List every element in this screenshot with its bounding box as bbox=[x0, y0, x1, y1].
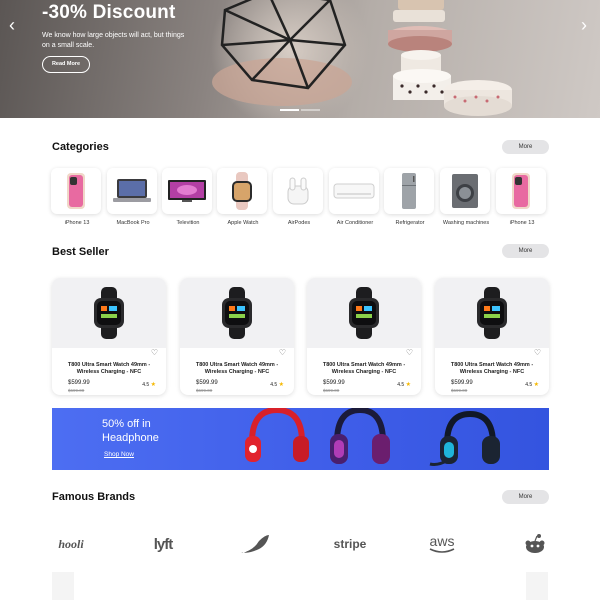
product-price: $599.99 bbox=[196, 380, 218, 386]
rating-value: 4.5 bbox=[525, 382, 533, 388]
next-section-card bbox=[52, 572, 74, 600]
brand-leaf-logo[interactable] bbox=[238, 532, 272, 556]
category-label: Refrigerator bbox=[395, 220, 425, 226]
category-label: Air Conditioner bbox=[336, 220, 374, 226]
star-icon: ★ bbox=[405, 382, 411, 388]
carousel-prev-icon[interactable]: ‹ bbox=[9, 16, 15, 34]
hero-subtitle: We know how large objects will act, but … bbox=[42, 32, 185, 49]
rating-value: 4.5 bbox=[270, 382, 278, 388]
hero-banner: -30% Discount We know how large objects … bbox=[0, 0, 600, 118]
category-label: iPhone 13 bbox=[64, 220, 90, 226]
carousel-dots bbox=[280, 109, 320, 111]
category-label: Washing machines bbox=[442, 220, 490, 226]
smartwatch-image bbox=[349, 287, 379, 339]
category-label: iPhone 13 bbox=[509, 220, 535, 226]
brand-reddit-logo[interactable] bbox=[521, 532, 549, 556]
product-card[interactable]: ♡ T800 Ultra Smart Watch 49mm - Wireless… bbox=[52, 278, 166, 395]
next-section-card bbox=[526, 572, 548, 600]
smartwatch-image bbox=[222, 287, 252, 339]
product-old-price: $699.00 bbox=[68, 388, 85, 393]
category-label: Apple Watch bbox=[227, 220, 259, 226]
rating-value: 4.5 bbox=[142, 382, 150, 388]
brand-aws-logo[interactable]: aws bbox=[424, 532, 460, 556]
product-old-price: $699.00 bbox=[196, 388, 213, 393]
leaf-logo-icon bbox=[241, 535, 269, 554]
watch-icon bbox=[232, 172, 252, 210]
brand-stripe-logo[interactable]: stripe bbox=[330, 532, 370, 556]
product-rating: 4.5 ★ bbox=[270, 381, 284, 388]
carousel-next-icon[interactable]: › bbox=[581, 16, 587, 34]
airpods-icon bbox=[287, 177, 309, 205]
category-item[interactable]: Washing machines bbox=[440, 168, 492, 226]
product-old-price: $699.00 bbox=[323, 388, 340, 393]
star-icon: ★ bbox=[150, 382, 156, 388]
best-seller-more-button[interactable]: More bbox=[502, 244, 549, 258]
best-seller-title: Best Seller bbox=[52, 246, 109, 258]
rating-value: 4.5 bbox=[397, 382, 405, 388]
product-rating: 4.5 ★ bbox=[397, 381, 411, 388]
category-item[interactable]: Air Conditioner bbox=[329, 168, 381, 226]
air-conditioner-icon bbox=[333, 183, 375, 199]
product-old-price: $699.00 bbox=[451, 388, 468, 393]
tv-icon bbox=[168, 180, 206, 202]
fridge-icon bbox=[402, 173, 416, 209]
category-item[interactable]: AirPodes bbox=[273, 168, 325, 226]
product-price: $599.99 bbox=[68, 380, 90, 386]
carousel-dot-active[interactable] bbox=[280, 109, 299, 111]
category-item[interactable]: iPhone 13 bbox=[496, 168, 548, 226]
wishlist-heart-icon[interactable]: ♡ bbox=[151, 348, 158, 357]
product-price: $599.99 bbox=[323, 380, 345, 386]
laptop-icon bbox=[113, 179, 151, 202]
product-name: T800 Ultra Smart Watch 49mm - Wireless C… bbox=[67, 362, 151, 375]
famous-brands-title: Famous Brands bbox=[52, 491, 136, 503]
product-card[interactable]: ♡ T800 Ultra Smart Watch 49mm - Wireless… bbox=[435, 278, 549, 395]
smartwatch-image bbox=[477, 287, 507, 339]
headphone-promo-banner[interactable]: 50% off in Headphone Shop Now bbox=[52, 408, 549, 470]
category-label: Televition bbox=[176, 220, 200, 226]
product-card[interactable]: ♡ T800 Ultra Smart Watch 49mm - Wireless… bbox=[307, 278, 421, 395]
category-label: AirPodes bbox=[287, 220, 311, 226]
star-icon: ★ bbox=[533, 382, 539, 388]
wishlist-heart-icon[interactable]: ♡ bbox=[279, 348, 286, 357]
category-item[interactable]: MacBook Pro bbox=[107, 168, 159, 226]
phone-icon bbox=[512, 173, 530, 209]
categories-more-button[interactable]: More bbox=[502, 140, 549, 154]
reddit-alien-icon bbox=[525, 534, 545, 553]
product-rating: 4.5 ★ bbox=[142, 381, 156, 388]
aws-smile-icon bbox=[429, 548, 455, 553]
brands-more-button[interactable]: More bbox=[502, 490, 549, 504]
category-item[interactable]: Apple Watch bbox=[217, 168, 269, 226]
category-label: MacBook Pro bbox=[116, 220, 150, 226]
phone-icon bbox=[67, 173, 85, 209]
star-icon: ★ bbox=[278, 382, 284, 388]
product-name: T800 Ultra Smart Watch 49mm - Wireless C… bbox=[195, 362, 279, 375]
carousel-dot[interactable] bbox=[301, 109, 320, 111]
category-item[interactable]: Refrigerator bbox=[384, 168, 436, 226]
category-item[interactable]: iPhone 13 bbox=[51, 168, 103, 226]
categories-title: Categories bbox=[52, 141, 109, 153]
product-price: $599.99 bbox=[451, 380, 473, 386]
wishlist-heart-icon[interactable]: ♡ bbox=[534, 348, 541, 357]
brand-hooli-logo[interactable]: hooli bbox=[52, 532, 90, 556]
smartwatch-image bbox=[94, 287, 124, 339]
wishlist-heart-icon[interactable]: ♡ bbox=[406, 348, 413, 357]
read-more-button[interactable]: Read More bbox=[42, 56, 90, 73]
product-rating: 4.5 ★ bbox=[525, 381, 539, 388]
hero-title: -30% Discount bbox=[42, 2, 176, 23]
category-item[interactable]: Televition bbox=[162, 168, 214, 226]
headphones-image bbox=[245, 408, 500, 466]
washing-machine-icon bbox=[452, 174, 478, 208]
product-name: T800 Ultra Smart Watch 49mm - Wireless C… bbox=[322, 362, 406, 375]
product-card[interactable]: ♡ T800 Ultra Smart Watch 49mm - Wireless… bbox=[180, 278, 294, 395]
product-name: T800 Ultra Smart Watch 49mm - Wireless C… bbox=[450, 362, 534, 375]
brand-lyft-logo[interactable]: lyft bbox=[145, 532, 181, 556]
